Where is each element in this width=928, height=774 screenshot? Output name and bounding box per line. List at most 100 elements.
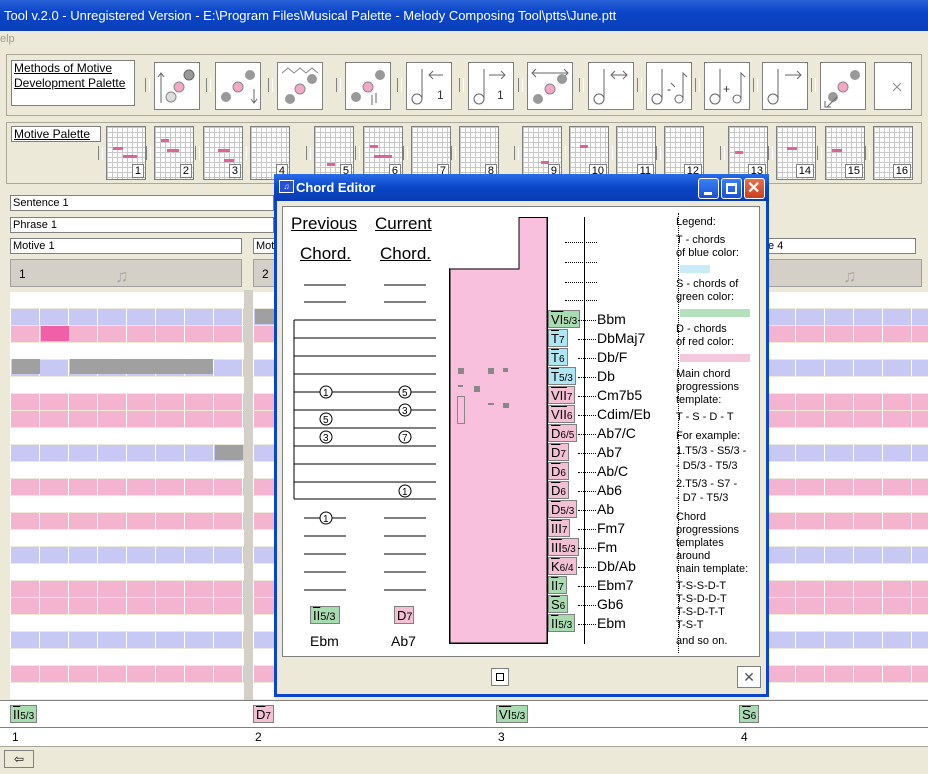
- minimize-button[interactable]: [698, 178, 719, 199]
- piano-roll-row[interactable]: [766, 326, 928, 342]
- chord-name[interactable]: Cm7b5: [597, 386, 642, 404]
- piano-roll-row[interactable]: [10, 394, 244, 410]
- piano-roll-row[interactable]: [10, 581, 244, 597]
- chord-badge[interactable]: D6/5: [548, 424, 578, 442]
- chord-name[interactable]: Db/F: [597, 348, 627, 366]
- piano-roll-row[interactable]: [10, 530, 244, 546]
- chord-badge[interactable]: S6: [548, 595, 569, 613]
- method-move-down-tool[interactable]: [215, 62, 261, 110]
- motive-slot[interactable]: 3: [203, 126, 243, 180]
- motive-slot[interactable]: 6: [363, 126, 403, 180]
- piano-roll-row[interactable]: [10, 666, 244, 682]
- note-block[interactable]: [12, 359, 40, 374]
- method-mirror-tool[interactable]: [527, 62, 573, 110]
- piano-roll-row[interactable]: [253, 445, 275, 461]
- method-delete-tool[interactable]: [874, 62, 912, 110]
- chord-name[interactable]: Db/Ab: [597, 557, 636, 575]
- chord-badge[interactable]: VII6: [548, 405, 576, 423]
- piano-roll-row[interactable]: [766, 445, 928, 461]
- note-block[interactable]: [215, 445, 243, 460]
- method-updown-tool[interactable]: [345, 62, 391, 110]
- chord-name[interactable]: Ab: [597, 500, 614, 518]
- motive-slot[interactable]: 5: [314, 126, 354, 180]
- piano-roll-row[interactable]: [253, 360, 275, 376]
- method-subtract-tool[interactable]: -: [646, 62, 692, 110]
- method-shift-right-1-tool[interactable]: 1: [468, 62, 514, 110]
- piano-roll-row[interactable]: [766, 292, 928, 308]
- chord-name[interactable]: Ebm7: [597, 576, 634, 594]
- method-add-tool[interactable]: +: [704, 62, 750, 110]
- piano-roll-row[interactable]: [766, 598, 928, 614]
- piano-roll-row[interactable]: [253, 394, 275, 410]
- piano-roll-row[interactable]: [253, 377, 275, 393]
- piano-roll-row[interactable]: [253, 530, 275, 546]
- chord-badge[interactable]: T6: [548, 348, 568, 366]
- piano-roll-row[interactable]: [766, 683, 928, 699]
- piano-roll-row[interactable]: [253, 326, 275, 342]
- piano-roll-row[interactable]: [253, 496, 275, 512]
- method-retrograde-tool[interactable]: [588, 62, 634, 110]
- note-block[interactable]: [255, 309, 274, 324]
- motive-1-label[interactable]: Motive 1: [10, 238, 242, 254]
- maximize-button[interactable]: [721, 178, 742, 199]
- piano-roll-row[interactable]: [10, 598, 244, 614]
- piano-roll-row[interactable]: [766, 479, 928, 495]
- chord-badge[interactable]: T7: [548, 329, 568, 347]
- chord-badge[interactable]: D6: [548, 481, 569, 499]
- piano-roll-row[interactable]: [10, 547, 244, 563]
- piano-roll-row[interactable]: [766, 309, 928, 325]
- piano-roll-row[interactable]: [253, 632, 275, 648]
- motive-slot[interactable]: 7: [411, 126, 451, 180]
- method-move-up-tool[interactable]: [154, 62, 200, 110]
- motive-slot[interactable]: 13: [728, 126, 768, 180]
- piano-roll-row[interactable]: [253, 666, 275, 682]
- chord-badge[interactable]: VII7: [548, 386, 576, 404]
- motive-slot[interactable]: 15: [825, 126, 865, 180]
- piano-roll-row[interactable]: [766, 462, 928, 478]
- piano-roll-row[interactable]: [10, 632, 244, 648]
- chord-badge[interactable]: T5/3: [548, 367, 576, 385]
- chord-name[interactable]: Ab7: [597, 443, 622, 461]
- piano-roll-row[interactable]: [766, 343, 928, 359]
- piano-roll-row[interactable]: [10, 411, 244, 427]
- piano-roll-row[interactable]: [253, 598, 275, 614]
- piano-roll-row[interactable]: [10, 428, 244, 444]
- piano-roll-row[interactable]: [766, 411, 928, 427]
- piano-roll-row[interactable]: [253, 343, 275, 359]
- piano-roll-row[interactable]: [10, 292, 244, 308]
- piano-roll-row[interactable]: [253, 683, 275, 699]
- piano-roll-row[interactable]: [10, 683, 244, 699]
- chord-badge[interactable]: D7: [548, 443, 569, 461]
- chord-badge[interactable]: K6/4: [548, 557, 577, 575]
- method-extend-tool[interactable]: [762, 62, 808, 110]
- close-button[interactable]: ✕: [744, 178, 765, 199]
- piano-roll-row[interactable]: [766, 360, 928, 376]
- note-block[interactable]: [70, 359, 213, 374]
- piano-roll-row[interactable]: [766, 615, 928, 631]
- piano-roll-row[interactable]: [253, 581, 275, 597]
- piano-roll-row[interactable]: [766, 513, 928, 529]
- piano-roll-row[interactable]: [766, 496, 928, 512]
- sentence-label[interactable]: Sentence 1: [10, 195, 274, 211]
- piano-roll-row[interactable]: [766, 530, 928, 546]
- piano-roll-row[interactable]: [10, 649, 244, 665]
- piano-roll-row[interactable]: [10, 479, 244, 495]
- piano-roll-row[interactable]: [766, 564, 928, 580]
- chord-name[interactable]: Db: [597, 367, 615, 385]
- piano-roll-row[interactable]: [10, 462, 244, 478]
- piano-roll-row[interactable]: [766, 649, 928, 665]
- piano-roll-row[interactable]: [10, 377, 244, 393]
- menu-bar[interactable]: elp: [0, 31, 928, 49]
- motive-slot[interactable]: 10: [569, 126, 609, 180]
- method-shift-left-1-tool[interactable]: 1: [406, 62, 452, 110]
- piano-roll-row[interactable]: [10, 564, 244, 580]
- piano-roll-row[interactable]: [10, 309, 244, 325]
- piano-roll-row[interactable]: [253, 411, 275, 427]
- piano-roll-row[interactable]: [766, 666, 928, 682]
- timeline-chord[interactable]: II5/3: [10, 705, 38, 723]
- chord-badge[interactable]: III5/3: [548, 538, 579, 556]
- piano-roll-row[interactable]: [766, 377, 928, 393]
- chord-badge[interactable]: D6: [548, 462, 569, 480]
- phrase-label[interactable]: Phrase 1: [10, 217, 274, 233]
- motive-slot[interactable]: 14: [776, 126, 816, 180]
